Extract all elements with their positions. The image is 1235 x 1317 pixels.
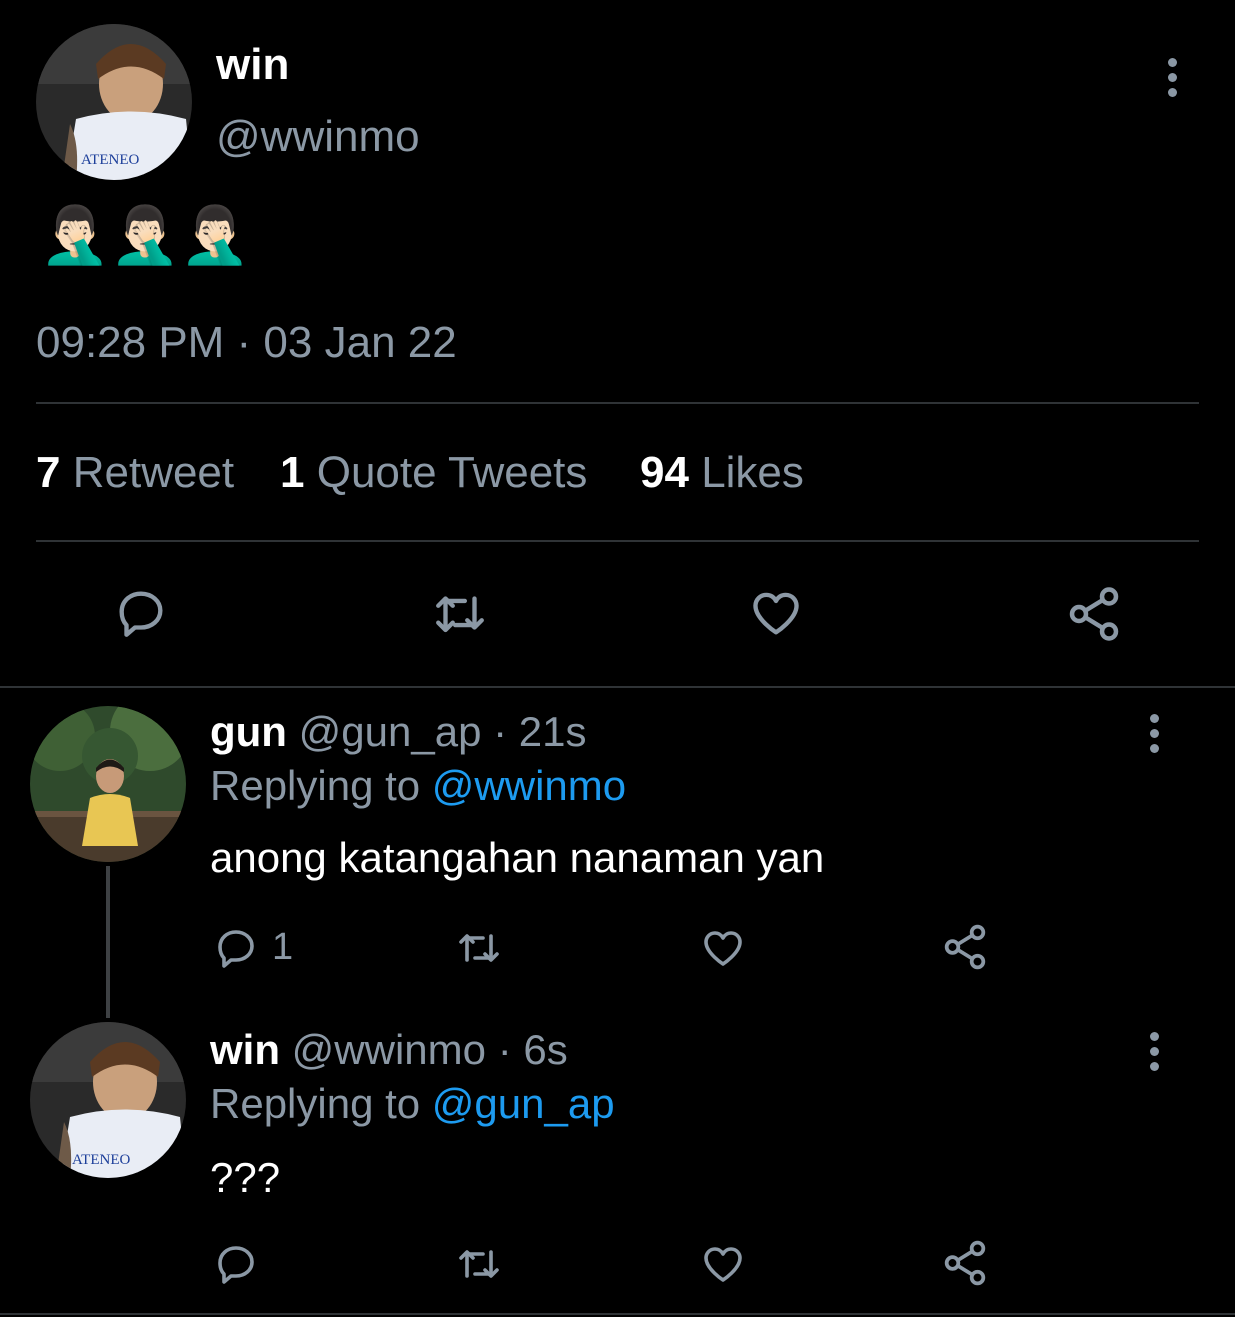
stats-bottom-divider [36, 540, 1199, 542]
reply-1-display-name[interactable]: gun [210, 708, 287, 755]
reply-1-avatar[interactable] [30, 706, 186, 862]
facepalm-emoji-2: 🤦🏻‍♂️ [110, 203, 180, 268]
reply-1-replying-prefix: Replying to [210, 762, 421, 809]
reply-1-more-icon[interactable] [1148, 714, 1160, 753]
retweet-icon[interactable] [428, 584, 492, 642]
reply-2-avatar[interactable]: ATENEO [30, 1022, 186, 1178]
quote-count: 1 [280, 448, 305, 497]
likes-stat[interactable]: 94 Likes [640, 448, 804, 498]
facepalm-emoji-3: 🤦🏻‍♂️ [180, 203, 250, 268]
reply-2-reply-icon[interactable] [212, 1240, 260, 1288]
reply-2-retweet-icon[interactable] [452, 1240, 506, 1288]
reply-2-replying-handle[interactable]: @gun_ap [432, 1080, 615, 1127]
reply-icon[interactable] [112, 584, 170, 642]
reply-1-reply-count: 1 [272, 926, 294, 968]
main-tweet-bottom-divider [0, 686, 1235, 688]
reply-1-share-icon[interactable] [940, 922, 990, 972]
reply-1-replying-handle[interactable]: @wwinmo [432, 762, 626, 809]
reply-2-display-name[interactable]: win [210, 1026, 280, 1073]
likes-label: Likes [701, 448, 804, 497]
reply-2-share-icon[interactable] [940, 1238, 990, 1288]
reply-2-header: win @wwinmo · 6s [210, 1026, 568, 1074]
reply-1-retweet-icon[interactable] [452, 924, 506, 972]
likes-count: 94 [640, 448, 689, 497]
retweet-count: 7 [36, 448, 61, 497]
reply-2-replying-to: Replying to @gun_ap [210, 1080, 615, 1128]
reply-2-more-icon[interactable] [1148, 1032, 1160, 1071]
reply-1-header: gun @gun_ap · 21s [210, 708, 586, 756]
reply-2-bottom-divider [0, 1313, 1235, 1315]
retweet-stat[interactable]: 7 Retweet [36, 448, 234, 498]
like-icon[interactable] [746, 584, 806, 642]
facepalm-emoji-1: 🤦🏻‍♂️ [40, 203, 110, 268]
reply-1-replying-to: Replying to @wwinmo [210, 762, 626, 810]
reply-1-time[interactable]: · 21s [493, 708, 586, 755]
reply-2-like-icon[interactable] [698, 1240, 748, 1288]
quote-label: Quote Tweets [316, 448, 588, 497]
svg-text:ATENEO: ATENEO [81, 152, 139, 168]
reply-1-reply-icon[interactable] [212, 924, 260, 972]
main-tweet-handle[interactable]: @wwinmo [216, 112, 420, 162]
stats-top-divider [36, 402, 1199, 404]
main-tweet-avatar[interactable]: ATENEO [36, 24, 192, 180]
main-tweet-timestamp[interactable]: 09:28 PM · 03 Jan 22 [36, 318, 457, 368]
reply-1-text: anong katangahan nanaman yan [210, 834, 825, 881]
quote-stat[interactable]: 1 Quote Tweets [280, 448, 587, 498]
reply-1-handle[interactable]: @gun_ap [299, 708, 482, 755]
main-tweet-display-name[interactable]: win [216, 40, 289, 90]
thread-connector-line [106, 866, 110, 1018]
share-icon[interactable] [1064, 584, 1124, 644]
reply-2-replying-prefix: Replying to [210, 1080, 421, 1127]
reply-2-text: ??? [210, 1154, 281, 1201]
retweet-label: Retweet [72, 448, 235, 497]
reply-2-time[interactable]: · 6s [498, 1026, 568, 1073]
svg-text:ATENEO: ATENEO [72, 1152, 130, 1168]
reply-2-handle[interactable]: @wwinmo [292, 1026, 486, 1073]
main-tweet-more-icon[interactable] [1166, 58, 1178, 97]
reply-1-like-icon[interactable] [698, 924, 748, 972]
